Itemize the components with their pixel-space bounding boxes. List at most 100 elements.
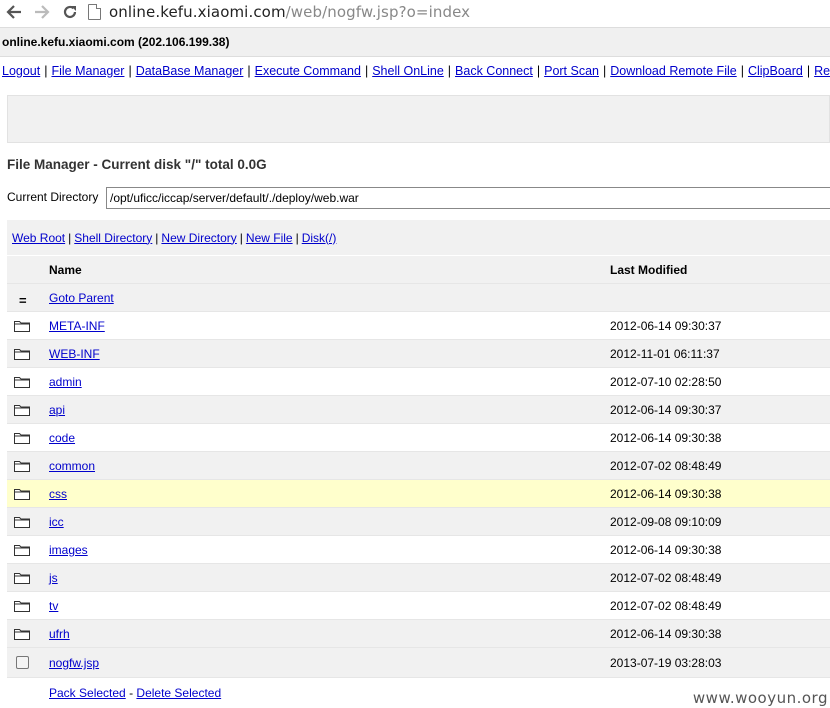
menu-separator: | [447, 64, 452, 78]
forward-button[interactable] [28, 0, 56, 24]
directory-link[interactable]: icc [49, 515, 64, 529]
reload-button[interactable] [56, 0, 84, 24]
shell-directory-link[interactable]: Shell Directory [74, 231, 152, 245]
bulk-actions: Pack Selected - Delete Selected [49, 686, 221, 700]
directory-link[interactable]: META-INF [49, 319, 105, 333]
folder-icon [14, 544, 30, 556]
quick-links-bar: Web Root | Shell Directory | New Directory… [7, 220, 830, 255]
file-select-checkbox[interactable] [16, 656, 29, 669]
menu-file-manager[interactable]: File Manager [51, 64, 124, 78]
directory-modified: 2012-07-10 02:28:50 [610, 375, 722, 389]
menu-download-remote-file[interactable]: Download Remote File [610, 64, 736, 78]
column-header-last-modified: Last Modified [610, 263, 688, 277]
directory-modified: 2012-06-14 09:30:38 [610, 487, 722, 501]
folder-icon [14, 348, 30, 360]
directory-link[interactable]: js [49, 571, 58, 585]
menu-separator: | [806, 64, 811, 78]
menu-separator: | [247, 64, 251, 78]
folder-icon [14, 516, 30, 528]
back-arrow-icon [6, 5, 21, 19]
web-root-link[interactable]: Web Root [12, 231, 65, 245]
folder-icon [14, 376, 30, 388]
directory-link[interactable]: common [49, 459, 95, 473]
directory-link[interactable]: tv [49, 599, 58, 613]
directory-link[interactable]: css [49, 487, 67, 501]
menu-logout[interactable]: Logout [2, 64, 40, 78]
table-row: common 2012-07-02 08:48:49 [7, 452, 830, 480]
empty-panel [7, 95, 830, 143]
directory-modified: 2012-06-14 09:30:37 [610, 319, 722, 333]
link-separator: | [295, 230, 299, 245]
new-file-link[interactable]: New File [246, 231, 293, 245]
table-row: nogfw.jsp 2013-07-19 03:28:03 [7, 648, 830, 678]
url-domain: online.kefu.xiaomi.com [109, 3, 286, 21]
delete-selected-link[interactable]: Delete Selected [136, 686, 221, 700]
table-row: code 2012-06-14 09:30:38 [7, 424, 830, 452]
current-directory-input[interactable] [106, 187, 830, 209]
back-button[interactable] [0, 0, 28, 24]
folder-icon [14, 320, 30, 332]
link-separator: | [155, 230, 159, 245]
page-title: File Manager - Current disk "/" total 0.… [7, 157, 267, 172]
directory-modified: 2012-07-02 08:48:49 [610, 571, 722, 585]
folder-icon [14, 404, 30, 416]
column-header-name: Name [49, 263, 82, 277]
current-directory-label: Current Directory [7, 190, 99, 204]
folder-icon [14, 628, 30, 640]
table-row: css 2012-06-14 09:30:38 [7, 480, 830, 508]
menu-execute-command[interactable]: Execute Command [255, 64, 361, 78]
table-row: tv 2012-07-02 08:48:49 [7, 592, 830, 620]
file-modified: 2013-07-19 03:28:03 [610, 656, 722, 670]
menu-back-connect[interactable]: Back Connect [455, 64, 533, 78]
directory-link[interactable]: WEB-INF [49, 347, 100, 361]
folder-icon [14, 488, 30, 500]
directory-modified: 2012-06-14 09:30:38 [610, 627, 722, 641]
table-row: api 2012-06-14 09:30:37 [7, 396, 830, 424]
directory-link[interactable]: api [49, 403, 65, 417]
directory-modified: 2012-06-14 09:30:38 [610, 431, 722, 445]
table-row: META-INF 2012-06-14 09:30:37 [7, 312, 830, 340]
menu-remote[interactable]: Remote [814, 64, 830, 78]
table-row: icc 2012-09-08 09:10:09 [7, 508, 830, 536]
address-bar[interactable]: online.kefu.xiaomi.com/web/nogfw.jsp?o=i… [88, 0, 470, 24]
directory-modified: 2012-07-02 08:48:49 [610, 459, 722, 473]
pack-selected-link[interactable]: Pack Selected [49, 686, 126, 700]
table-row: ufrh 2012-06-14 09:30:38 [7, 620, 830, 648]
menu-separator: | [603, 64, 607, 78]
url-text: online.kefu.xiaomi.com/web/nogfw.jsp?o=i… [109, 3, 470, 21]
action-separator: - [129, 686, 134, 700]
file-link[interactable]: nogfw.jsp [49, 656, 99, 670]
table-row: images 2012-06-14 09:30:38 [7, 536, 830, 564]
menu-separator: | [536, 64, 541, 78]
menu-port-scan[interactable]: Port Scan [544, 64, 599, 78]
disk-link[interactable]: Disk(/) [302, 231, 337, 245]
directory-modified: 2012-06-14 09:30:37 [610, 403, 722, 417]
directory-link[interactable]: code [49, 431, 75, 445]
folder-icon [14, 600, 30, 612]
url-path: /web/nogfw.jsp?o=index [285, 3, 471, 21]
goto-parent-link[interactable]: Goto Parent [49, 291, 114, 305]
menu-database-manager[interactable]: DataBase Manager [136, 64, 244, 78]
directory-modified: 2012-09-08 09:10:09 [610, 515, 722, 529]
folder-icon [14, 572, 30, 584]
menu-shell-online[interactable]: Shell OnLine [372, 64, 444, 78]
main-menu: Logout | File Manager | DataBase Manager | … [0, 60, 830, 82]
directory-link[interactable]: images [49, 543, 88, 557]
link-separator: | [239, 230, 243, 245]
menu-separator: | [364, 64, 369, 78]
goto-parent-row: = Goto Parent [7, 284, 830, 312]
page-icon [88, 4, 101, 20]
table-row: admin 2012-07-10 02:28:50 [7, 368, 830, 396]
directory-link[interactable]: ufrh [49, 627, 70, 641]
new-directory-link[interactable]: New Directory [161, 231, 236, 245]
directory-link[interactable]: admin [49, 375, 82, 389]
forward-arrow-icon [35, 5, 50, 19]
folder-icon [14, 460, 30, 472]
link-separator: | [68, 230, 72, 245]
host-info: online.kefu.xiaomi.com (202.106.199.38) [0, 27, 830, 57]
file-table: Name Last Modified = Goto Parent META-IN… [7, 256, 830, 678]
menu-separator: | [44, 64, 48, 78]
menu-clipboard[interactable]: ClipBoard [748, 64, 803, 78]
directory-modified: 2012-06-14 09:30:38 [610, 543, 722, 557]
parent-directory-icon: = [19, 293, 27, 308]
